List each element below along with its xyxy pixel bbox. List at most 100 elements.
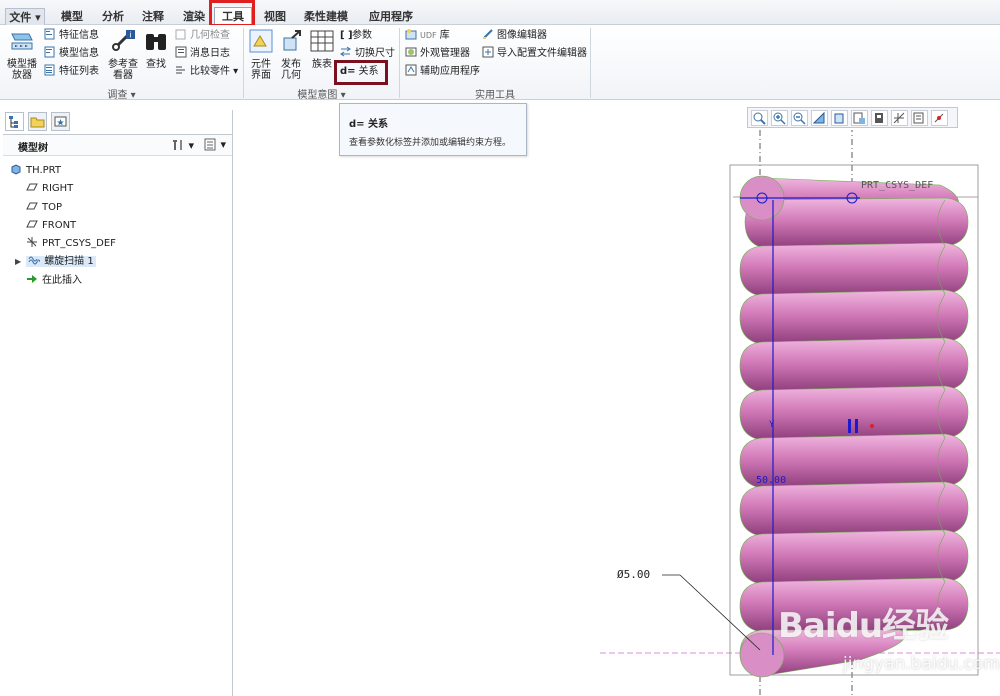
message-log-button[interactable]: 消息日志 [175, 46, 230, 62]
tree-item-csys[interactable]: PRT_CSYS_DEF [26, 236, 116, 252]
datum-plane-icon [26, 183, 38, 191]
expand-arrow-icon[interactable]: ▶ [15, 254, 23, 270]
spin-center-button[interactable] [931, 110, 948, 126]
zoom-in-icon [773, 112, 786, 125]
model-info-button[interactable]: 模型信息 [44, 46, 99, 62]
import-config-editor-label: 导入配置文件编辑器 [497, 48, 587, 59]
tree-item-right-plane[interactable]: RIGHT [26, 181, 73, 197]
helical-sweep-icon [28, 256, 41, 265]
compare-part-icon [176, 66, 185, 74]
tab-flexible-modeling[interactable]: 柔性建模 [295, 8, 357, 25]
family-table-icon [310, 30, 334, 52]
tree-item-insert-here[interactable]: 在此插入 [26, 273, 82, 289]
display-style-button[interactable] [831, 110, 848, 126]
spin-center-icon [934, 113, 944, 123]
geometry-check-button[interactable]: 几何检查 [175, 28, 230, 44]
datum-display-button[interactable] [891, 110, 908, 126]
zoom-in-button[interactable] [771, 110, 788, 126]
csys-icon [27, 237, 37, 247]
group-separator [590, 28, 591, 98]
publish-geometry-icon [283, 30, 301, 51]
model-info-icon [44, 46, 55, 58]
tree-item-front-plane[interactable]: FRONT [26, 218, 76, 234]
zoom-out-button[interactable] [791, 110, 808, 126]
feature-list-icon [44, 64, 55, 76]
auxiliary-applications-button[interactable]: 辅助应用程序 [405, 64, 480, 80]
show-list-icon [204, 138, 216, 151]
favorites-icon [54, 116, 67, 127]
folder-browser-tab[interactable] [28, 112, 47, 131]
feature-info-button[interactable]: 特征信息 [44, 28, 99, 44]
investigate-group-text: 调查 [107, 90, 128, 101]
tree-item-helical-sweep[interactable]: ▶ 螺旋扫描 1 [15, 254, 96, 270]
import-config-editor-icon [482, 46, 494, 58]
switch-dimensions-label: 切换尺寸 [355, 48, 395, 59]
datum-plane-icon [26, 202, 38, 210]
tab-applications[interactable]: 应用程序 [360, 8, 422, 25]
reference-viewer-button[interactable]: i 参考查 看器 [106, 28, 140, 81]
parameters-label: 参数 [352, 30, 372, 41]
investigate-group-label[interactable]: 调查 ▾ [0, 86, 243, 101]
appearance-manager-icon [405, 47, 417, 57]
family-table-button[interactable]: 族表 [308, 28, 336, 70]
element-interface-label: 元件 界面 [251, 59, 271, 81]
find-button[interactable]: 查找 [142, 28, 170, 70]
tree-filter-button[interactable]: ▾ [204, 138, 226, 151]
tree-item-part[interactable]: TH.PRT [10, 163, 61, 179]
image-editor-button[interactable]: 图像编辑器 [482, 28, 547, 44]
model-tree-tab[interactable] [5, 112, 24, 131]
csys-label: PRT_CSYS_DEF [861, 180, 934, 191]
graphics-toolbar [747, 107, 958, 128]
tab-file-label: 文件 [9, 11, 32, 24]
tab-annotate[interactable]: 注释 [134, 8, 172, 25]
axis-marker-left [848, 419, 851, 433]
part-icon [11, 164, 21, 175]
tab-file[interactable]: 文件 ▾ [5, 8, 45, 25]
saved-views-button[interactable] [851, 110, 868, 126]
utilities-group-text: 实用工具 [475, 90, 515, 101]
tooltip-title: d= 关系 [349, 115, 388, 130]
diameter-dimension-label[interactable]: Ø5.00 [617, 568, 650, 581]
import-config-editor-button[interactable]: 导入配置文件编辑器 [482, 46, 587, 62]
model-player-button[interactable]: 模型播 放器 [6, 28, 38, 81]
svg-text:i: i [129, 31, 131, 40]
refit-button[interactable] [751, 110, 768, 126]
model-player-label: 模型播 放器 [7, 59, 37, 81]
tooltip-d-icon: d= [349, 119, 365, 130]
model-info-label: 模型信息 [59, 48, 99, 59]
geometry-check-icon [175, 29, 186, 40]
parameters-button[interactable]: [ ]参数 [340, 28, 372, 44]
tree-item-top-plane[interactable]: TOP [26, 200, 62, 216]
tooltip-description: 查看参数化标签并添加或编辑约束方程。 [349, 138, 512, 148]
baidu-watermark-logo: Baidu经验 [778, 606, 949, 646]
publish-geometry-button[interactable]: 发布 几何 [277, 28, 305, 81]
geometry-check-label: 几何检查 [190, 30, 230, 41]
tree-item-label: 在此插入 [42, 275, 82, 286]
annotation-display-button[interactable] [911, 110, 928, 126]
height-dimension-label[interactable]: 50.00 [756, 475, 786, 486]
tree-settings-button[interactable]: ▾ [171, 138, 194, 152]
auxiliary-applications-label: 辅助应用程序 [420, 66, 480, 77]
compare-part-button[interactable]: 比较零件 ▾ [175, 64, 238, 80]
tab-analysis[interactable]: 分析 [94, 8, 132, 25]
tab-view[interactable]: 视图 [256, 8, 294, 25]
model-intent-group-label[interactable]: 模型意图 ▾ [244, 86, 399, 101]
family-table-label: 族表 [312, 59, 332, 70]
publish-geometry-label: 发布 几何 [281, 59, 301, 81]
feature-list-label: 特征列表 [59, 66, 99, 77]
udf-prefix-label: UDF [420, 31, 437, 40]
view-manager-button[interactable] [871, 110, 888, 126]
model-player-icon [11, 33, 33, 50]
model-tree-tab-icon [9, 116, 18, 128]
feature-list-button[interactable]: 特征列表 [44, 64, 99, 80]
appearance-manager-button[interactable]: 外观管理器 [405, 46, 470, 62]
udf-library-button[interactable]: UDF 库 [405, 28, 450, 44]
tools-tab-highlight-box [209, 0, 255, 27]
favorites-tab[interactable] [51, 112, 70, 131]
tab-render[interactable]: 渲染 [175, 8, 213, 25]
tab-model[interactable]: 模型 [53, 8, 91, 25]
element-interface-button[interactable]: 元件 界面 [247, 28, 275, 81]
compare-part-label: 比较零件 [190, 66, 230, 77]
repaint-button[interactable] [811, 110, 828, 126]
utilities-group-label[interactable]: 实用工具 [400, 86, 590, 101]
